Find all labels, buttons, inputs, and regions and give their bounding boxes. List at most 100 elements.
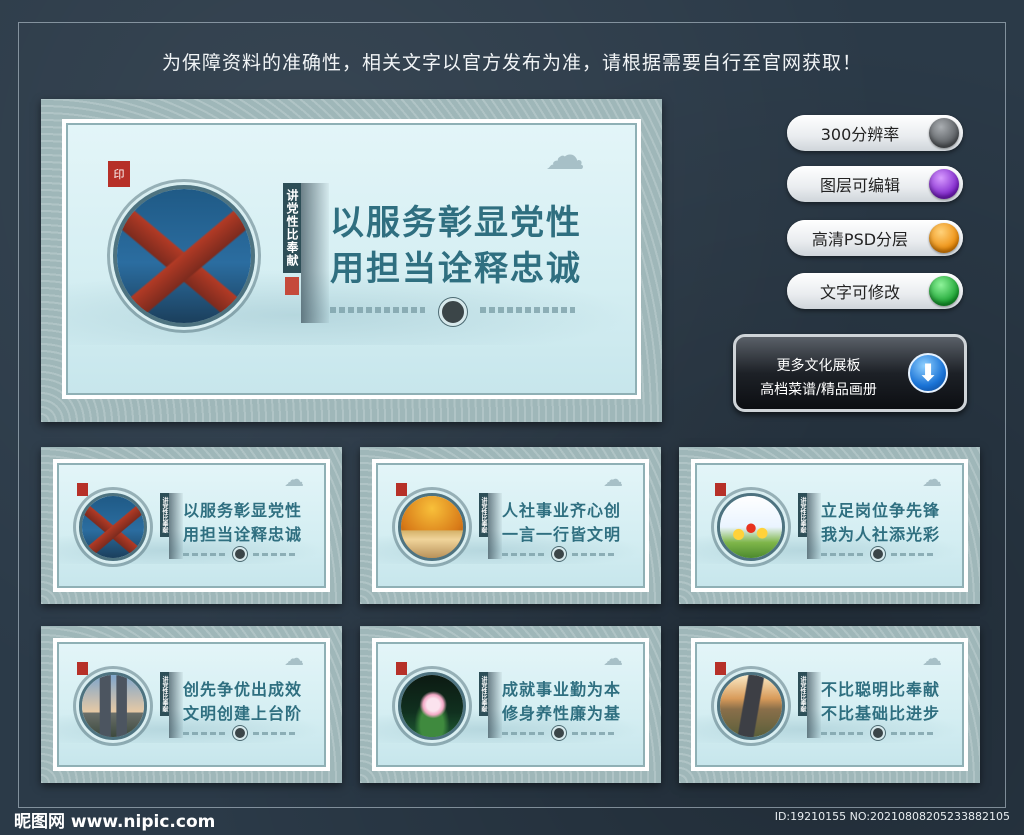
deco-line-left [183, 553, 227, 556]
lotus-image [401, 675, 463, 737]
brush-stroke [807, 493, 821, 559]
vertical-tag: 讲党性比奉献 [160, 493, 169, 537]
ornament-icon [552, 726, 566, 740]
feature-psd: 高清PSD分层 [787, 220, 963, 256]
brush-stroke [169, 672, 183, 738]
thumb-board: ☁ 讲党性比奉献 立足岗位争先锋 我为人社添光彩 [679, 447, 980, 604]
brush-stroke [807, 672, 821, 738]
notice-text: 为保障资料的准确性，相关文字以官方发布为准，请根据需要自行至官网获取！ [161, 52, 862, 74]
deco-line-right [572, 732, 616, 735]
roof-image [82, 496, 144, 558]
deco-line-left [821, 732, 865, 735]
thumb-slogan-line-2: 一言一行皆文明 [502, 525, 622, 544]
deco-line-right [572, 553, 616, 556]
thumb-slogan-line-1: 创先争优出成效 [183, 680, 303, 699]
thumb-board: ☁ 讲党性比奉献 创先争优出成效 文明创建上台阶 [41, 626, 342, 783]
thumb-slogan-line-2: 我为人社添光彩 [821, 525, 941, 544]
seal-stamp [396, 483, 407, 496]
thumb-board: ☁ 讲党性比奉献 成就事业勤为本 修身养性廉为基 [360, 626, 661, 783]
purple-dot-icon [929, 169, 959, 199]
deco-line-left [821, 553, 865, 556]
cloud-icon: ☁ [284, 646, 304, 670]
seal-stamp: 印 [108, 161, 130, 187]
ornament-icon [233, 726, 247, 740]
cloud-icon: ☁ [284, 467, 304, 491]
vertical-tag: 讲党性比奉献 [798, 672, 807, 716]
thumb-slogan-line-1: 立足岗位争先锋 [821, 501, 941, 520]
seal-stamp [77, 483, 88, 496]
slogan-line-2: 用担当诠释忠诚 [330, 249, 582, 289]
vertical-tag: 讲党性比奉献 [160, 672, 169, 716]
download-line-2: 高档菜谱/精品画册 [760, 382, 877, 398]
tulip-image [720, 496, 782, 558]
thumb-image-circle [79, 672, 147, 740]
feature-layers: 图层可编辑 [787, 166, 963, 202]
gray-dot-icon [929, 118, 959, 148]
ornament-icon [871, 547, 885, 561]
seal-stamp [715, 483, 726, 496]
thumb-image-circle [398, 672, 466, 740]
main-board: 印 ☁ 讲党性比奉献 以服务彰显党性 用担当诠释忠诚 [41, 99, 662, 422]
thumb-image-circle [79, 493, 147, 561]
ornament-icon [552, 547, 566, 561]
deco-line-right [253, 553, 297, 556]
image-id: ID:19210155 NO:20210808205233882105 [774, 810, 1010, 823]
cloud-icon: ☁ [922, 646, 942, 670]
main-image-circle [113, 185, 255, 327]
brush-stroke [301, 183, 329, 323]
thumb-image-circle [717, 493, 785, 561]
feature-text-edit: 文字可修改 [787, 273, 963, 309]
thumb-slogan-line-2: 修身养性廉为基 [502, 704, 622, 723]
brush-stroke [488, 672, 502, 738]
thumb-slogan-line-2: 用担当诠释忠诚 [183, 525, 303, 544]
deco-line-left [502, 553, 546, 556]
deco-line-right [891, 732, 935, 735]
arch-image [401, 496, 463, 558]
deco-line-right [253, 732, 297, 735]
cloud-icon: ☁ [922, 467, 942, 491]
deco-line-left [183, 732, 227, 735]
green-dot-icon [929, 276, 959, 306]
thumb-slogan-line-1: 人社事业齐心创 [502, 501, 622, 520]
seal-stamp [715, 662, 726, 675]
small-seal [285, 277, 299, 295]
cloud-icon: ☁ [545, 133, 585, 179]
download-line-1: 更多文化展板 [776, 358, 861, 374]
thumb-slogan-line-1: 成就事业勤为本 [502, 680, 622, 699]
thumb-image-circle [398, 493, 466, 561]
thumb-slogan-line-1: 不比聪明比奉献 [821, 680, 941, 699]
cloud-icon: ☁ [603, 646, 623, 670]
deco-line-left [502, 732, 546, 735]
seal-stamp [396, 662, 407, 675]
thumb-board: ☁ 讲党性比奉献 以服务彰显党性 用担当诠释忠诚 [41, 447, 342, 604]
thumb-image-circle [717, 672, 785, 740]
ornament-icon [233, 547, 247, 561]
vertical-tag: 讲党性比奉献 [798, 493, 807, 537]
seal-stamp [77, 662, 88, 675]
thumb-slogan-line-2: 文明创建上台阶 [183, 704, 303, 723]
brush-stroke [169, 493, 183, 559]
feature-resolution: 300分辨率 [787, 115, 963, 151]
deco-line-left [330, 307, 425, 313]
brush-stroke [488, 493, 502, 559]
download-arrow-icon: ⬇ [908, 353, 948, 393]
site-logo: 昵图网 www.nipic.com [14, 812, 216, 832]
road-image [720, 675, 782, 737]
ornament-icon [871, 726, 885, 740]
thumb-board: ☁ 讲党性比奉献 人社事业齐心创 一言一行皆文明 [360, 447, 661, 604]
thumb-slogan-line-1: 以服务彰显党性 [183, 501, 303, 520]
ornament-icon [439, 298, 467, 326]
vertical-tag: 讲党性比奉献 [479, 672, 488, 716]
vertical-tag: 讲党性比奉献 [283, 183, 301, 273]
cloud-icon: ☁ [603, 467, 623, 491]
deco-line-right [891, 553, 935, 556]
download-more-button[interactable]: 更多文化展板 高档菜谱/精品画册 ⬇ [733, 334, 967, 412]
deco-line-right [480, 307, 575, 313]
thumb-slogan-line-2: 不比基础比进步 [821, 704, 941, 723]
vertical-tag: 讲党性比奉献 [479, 493, 488, 537]
roof-image [117, 189, 251, 323]
orange-dot-icon [929, 223, 959, 253]
city-image [82, 675, 144, 737]
thumb-board: ☁ 讲党性比奉献 不比聪明比奉献 不比基础比进步 [679, 626, 980, 783]
slogan-line-1: 以服务彰显党性 [330, 203, 582, 243]
